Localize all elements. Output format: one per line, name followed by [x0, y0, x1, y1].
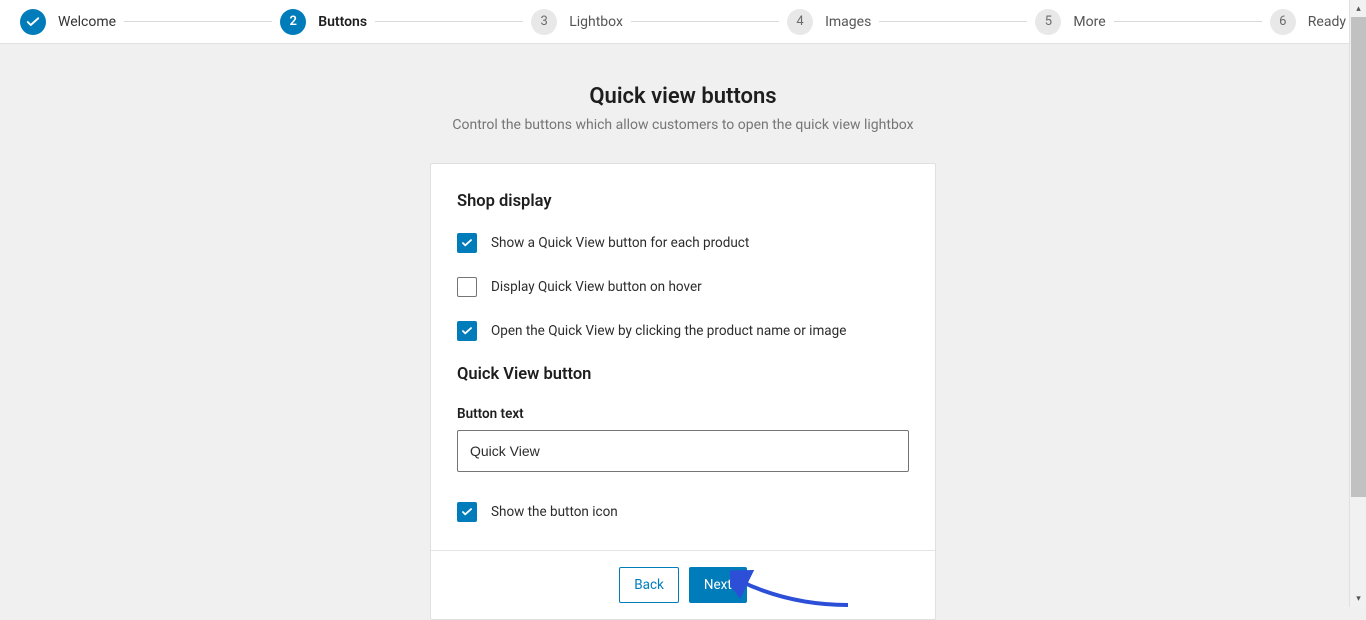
step-label: Lightbox	[569, 14, 623, 30]
checkbox-display-on-hover[interactable]	[457, 277, 477, 297]
scrollbar-up-arrow-icon[interactable]: ▴	[1350, 0, 1366, 17]
checkbox-show-button-icon[interactable]	[457, 502, 477, 522]
checkbox-row-show-button: Show a Quick View button for each produc…	[457, 233, 909, 253]
card-footer: Back Next	[431, 550, 935, 619]
scrollbar-down-arrow-icon[interactable]: ▾	[1350, 590, 1366, 607]
step-circle-active: 2	[280, 9, 306, 35]
step-images[interactable]: 4 Images	[787, 9, 871, 35]
button-text-label: Button text	[457, 406, 909, 422]
check-icon	[460, 236, 474, 250]
settings-card: Shop display Show a Quick View button fo…	[430, 163, 936, 620]
page-subtitle: Control the buttons which allow customer…	[452, 117, 913, 133]
step-connector	[375, 21, 523, 22]
step-circle: 4	[787, 9, 813, 35]
step-label: Buttons	[318, 14, 367, 30]
check-icon	[460, 505, 474, 519]
section-heading-shop-display: Shop display	[457, 192, 909, 211]
page-title: Quick view buttons	[589, 84, 776, 109]
step-lightbox[interactable]: 3 Lightbox	[531, 9, 623, 35]
back-button[interactable]: Back	[619, 567, 679, 603]
step-connector	[124, 21, 272, 22]
step-more[interactable]: 5 More	[1035, 9, 1105, 35]
content-area: Quick view buttons Control the buttons w…	[0, 44, 1366, 620]
step-label: Ready	[1308, 14, 1346, 30]
card-body: Shop display Show a Quick View button fo…	[431, 164, 935, 550]
step-circle: 3	[531, 9, 557, 35]
step-circle: 5	[1035, 9, 1061, 35]
check-icon	[24, 13, 42, 31]
wizard-stepper: Welcome 2 Buttons 3 Lightbox 4 Images 5 …	[0, 0, 1366, 44]
check-icon	[460, 324, 474, 338]
step-connector	[879, 21, 1027, 22]
checkbox-label: Open the Quick View by clicking the prod…	[491, 323, 846, 339]
scrollbar-track[interactable]	[1350, 17, 1366, 590]
step-label: Welcome	[58, 14, 116, 30]
step-connector	[631, 21, 779, 22]
step-circle-completed	[20, 9, 46, 35]
checkbox-row-open-click: Open the Quick View by clicking the prod…	[457, 321, 909, 341]
checkbox-label: Display Quick View button on hover	[491, 279, 702, 295]
checkbox-open-by-click[interactable]	[457, 321, 477, 341]
checkbox-row-show-icon: Show the button icon	[457, 502, 909, 522]
button-text-input[interactable]	[457, 430, 909, 472]
section-heading-quick-view-button: Quick View button	[457, 365, 909, 384]
step-label: More	[1073, 14, 1105, 30]
scrollbar-thumb[interactable]	[1351, 17, 1366, 497]
step-connector	[1114, 21, 1262, 22]
step-circle: 6	[1270, 9, 1296, 35]
step-ready[interactable]: 6 Ready	[1270, 9, 1346, 35]
checkbox-label: Show the button icon	[491, 504, 618, 520]
next-button[interactable]: Next	[689, 567, 747, 603]
checkbox-show-quick-view[interactable]	[457, 233, 477, 253]
step-welcome[interactable]: Welcome	[20, 9, 116, 35]
step-buttons[interactable]: 2 Buttons	[280, 9, 367, 35]
vertical-scrollbar[interactable]: ▴ ▾	[1349, 0, 1366, 607]
checkbox-label: Show a Quick View button for each produc…	[491, 235, 749, 251]
checkbox-row-hover: Display Quick View button on hover	[457, 277, 909, 297]
step-label: Images	[825, 14, 871, 30]
